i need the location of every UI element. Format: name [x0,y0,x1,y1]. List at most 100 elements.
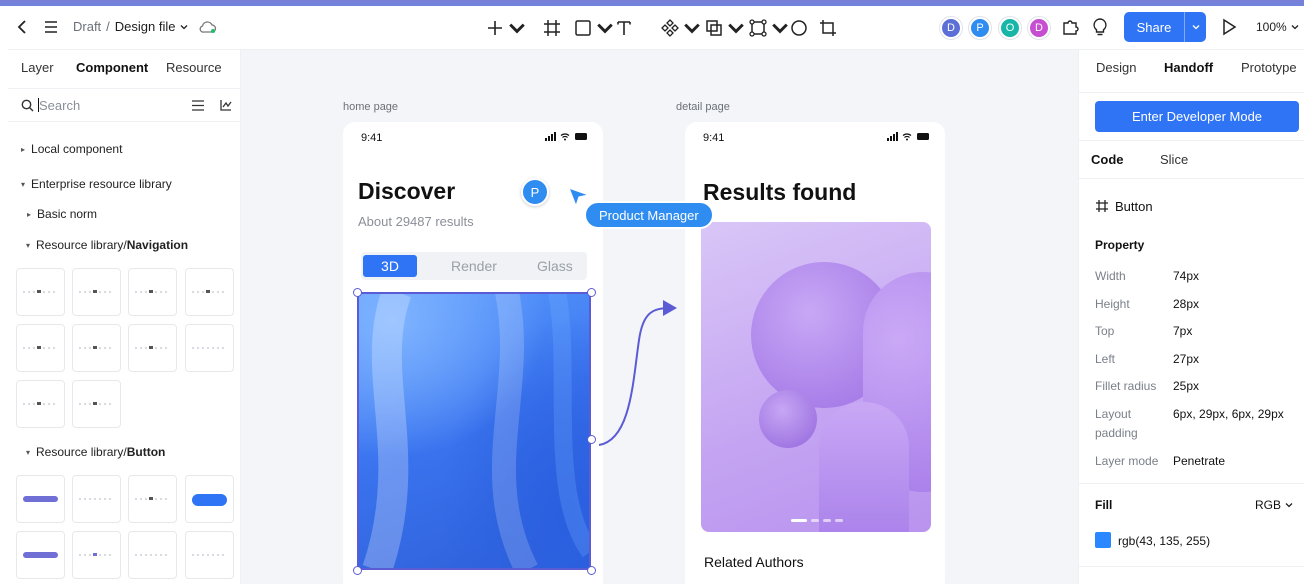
component-thumbnail[interactable] [72,268,121,316]
frame-tool[interactable] [543,19,561,37]
tree-button-library[interactable]: ▾ Resource library/Button [26,445,165,459]
frame-label-home[interactable]: home page [343,101,398,113]
component-tool[interactable] [661,19,701,37]
chevron-down-icon [772,23,788,34]
menu-icon[interactable] [43,19,59,35]
share-button[interactable]: Share [1124,12,1206,42]
search-input[interactable]: Search [39,98,80,113]
prop-radius-label: Fillet radius [1095,379,1157,393]
component-thumbnail[interactable] [185,324,234,372]
component-thumbnail[interactable] [185,268,234,316]
tab-component[interactable]: Component [76,60,148,75]
tab-prototype[interactable]: Prototype [1241,60,1297,75]
breadcrumb-file[interactable]: Design file [115,19,176,34]
component-thumbnail[interactable] [72,475,121,523]
status-time: 9:41 [703,132,725,144]
tab-layer[interactable]: Layer [21,60,54,75]
breadcrumb-draft[interactable]: Draft [73,19,101,34]
tab-render[interactable]: Render [451,258,497,274]
detail-page-frame[interactable]: 9:41 Results found Related Authors [685,122,945,584]
tab-3d[interactable]: 3D [363,255,417,277]
plugin-icon[interactable] [1061,18,1079,36]
collaborator-avatar[interactable]: O [999,17,1021,39]
resize-handle[interactable] [353,566,362,575]
component-thumbnail[interactable] [128,531,177,579]
left-tabs: Layer Component Resource [8,50,241,88]
chevron-down-icon[interactable] [180,23,188,31]
component-thumbnail[interactable] [72,531,121,579]
tab-handoff[interactable]: Handoff [1164,60,1213,75]
text-icon [617,21,631,35]
frame-label-detail[interactable]: detail page [676,101,730,113]
mask-tool[interactable] [749,19,789,37]
library-icon[interactable] [219,98,233,112]
list-view-icon[interactable] [191,99,205,112]
breadcrumb: Draft / Design file [73,19,188,34]
component-thumbnail[interactable] [16,380,65,428]
connector-handle[interactable] [587,435,596,444]
rectangle-icon [575,20,591,36]
component-thumbnail[interactable] [128,475,177,523]
prop-width-value[interactable]: 74px [1173,269,1199,283]
category-tabs[interactable]: 3D Render Glass [361,252,587,280]
fill-color-swatch[interactable] [1095,532,1111,548]
component-thumbnail[interactable] [16,324,65,372]
tree-basic-norm[interactable]: ▸ Basic norm [27,207,97,221]
boolean-tool[interactable] [705,19,745,37]
tab-glass[interactable]: Glass [537,258,573,274]
back-icon[interactable] [16,19,30,35]
selection-box[interactable] [357,292,591,570]
component-thumbnail[interactable] [185,475,234,523]
component-thumbnail[interactable] [128,324,177,372]
subtab-code[interactable]: Code [1091,152,1124,167]
lightbulb-icon[interactable] [1092,18,1108,36]
prop-top-value[interactable]: 7px [1173,324,1192,338]
chevron-down-icon [1291,25,1299,30]
prop-height-label: Height [1095,297,1130,311]
zoom-level: 100% [1256,20,1287,34]
component-thumbnail[interactable] [16,475,65,523]
component-thumbnail[interactable] [16,268,65,316]
play-icon[interactable] [1221,18,1237,36]
collaborator-avatar[interactable]: D [940,17,962,39]
search-bar: Search [8,88,241,122]
subtab-slice[interactable]: Slice [1160,152,1188,167]
enter-developer-mode-button[interactable]: Enter Developer Mode [1095,101,1299,132]
component-thumbnail[interactable] [72,380,121,428]
component-thumbnail[interactable] [128,268,177,316]
zoom-select[interactable]: 100% [1256,20,1299,34]
resize-handle[interactable] [353,288,362,297]
tree-navigation-library[interactable]: ▾ Resource library/Navigation [26,238,188,252]
prop-layer-mode-value[interactable]: Penetrate [1173,454,1225,468]
crop-icon [820,20,836,36]
circle-icon [791,20,807,36]
prop-top-label: Top [1095,324,1115,338]
crop-tool[interactable] [819,19,837,37]
component-thumbnail[interactable] [72,324,121,372]
comment-tool[interactable] [790,19,808,37]
share-dropdown[interactable] [1184,12,1206,42]
tree-local-component[interactable]: ▸ Local component [21,142,122,156]
resize-handle[interactable] [587,288,596,297]
component-thumbnail[interactable] [16,531,65,579]
component-thumbnail[interactable] [185,531,234,579]
carousel-dots[interactable] [791,519,843,522]
prop-padding-value[interactable]: 6px, 29px, 6px, 29px [1173,407,1284,421]
resize-handle[interactable] [587,566,596,575]
prop-radius-value[interactable]: 25px [1173,379,1199,393]
prop-height-value[interactable]: 28px [1173,297,1199,311]
tab-resource[interactable]: Resource [166,60,222,75]
shape-tool[interactable] [574,19,614,37]
fill-mode-select[interactable]: RGB [1255,498,1293,512]
fill-color-value[interactable]: rgb(43, 135, 255) [1118,534,1210,548]
prop-left-value[interactable]: 27px [1173,352,1199,366]
result-image[interactable] [701,222,931,532]
share-label[interactable]: Share [1124,12,1184,42]
collaborator-avatar[interactable]: P [969,17,991,39]
collaborator-avatar[interactable]: D [1028,17,1050,39]
text-tool[interactable] [615,19,633,37]
tree-enterprise-library[interactable]: ▾ Enterprise resource library [21,177,172,191]
add-tool[interactable] [486,19,526,37]
prototype-connector[interactable] [591,290,681,450]
tab-design[interactable]: Design [1096,60,1136,75]
